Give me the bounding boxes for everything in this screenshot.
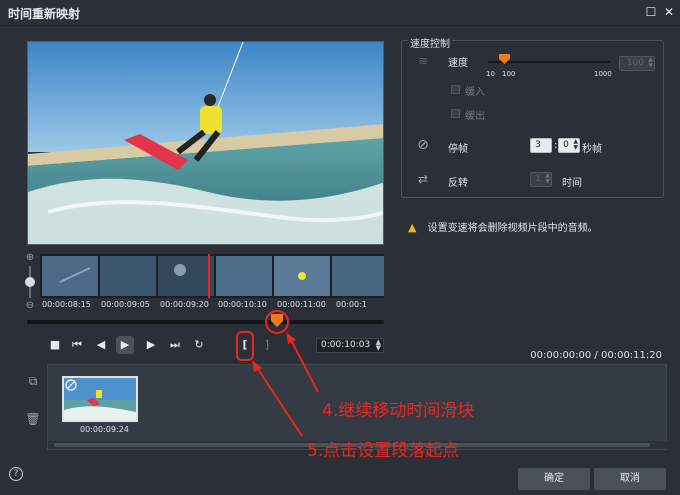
arrow-step4-head (286, 332, 296, 344)
help-icon[interactable]: ? (9, 467, 23, 481)
arrow-step4 (289, 337, 319, 393)
annotation-step4: 4.继续移动时间滑块 (322, 401, 475, 421)
arrow-step5 (255, 365, 303, 437)
arrow-step5-head (252, 360, 262, 372)
annotation-step5: 5.点击设置段落起点 (307, 441, 460, 461)
ok-button[interactable]: 确定 (518, 468, 590, 490)
cancel-button[interactable]: 取消 (594, 468, 666, 490)
